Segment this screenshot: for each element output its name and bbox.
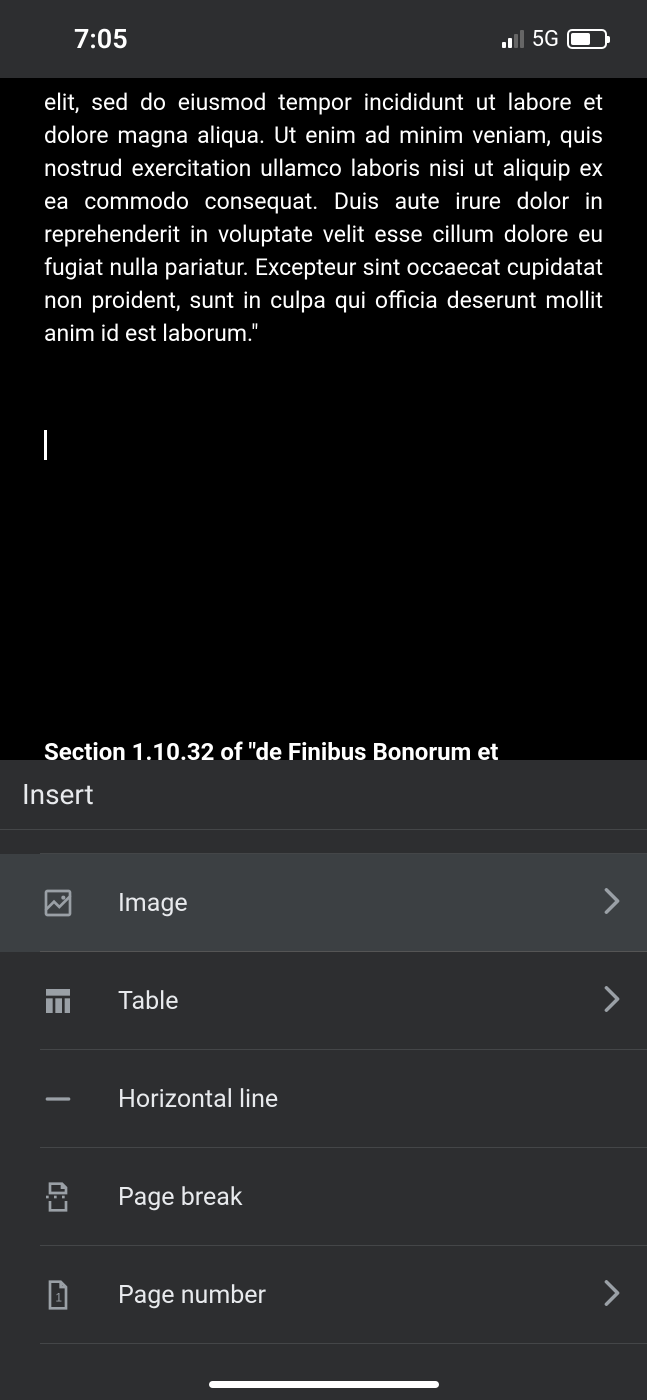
menu-item-table[interactable]: Table (40, 952, 647, 1050)
table-icon (40, 983, 76, 1019)
menu-item-label: Table (118, 987, 603, 1016)
image-icon (40, 885, 76, 921)
status-indicators: 5G (502, 27, 607, 52)
horizontal-line-icon (40, 1081, 76, 1117)
document-heading[interactable]: Section 1.10.32 of "de Finibus Bonorum e… (44, 738, 498, 760)
page-number-icon: 1 (40, 1277, 76, 1313)
menu-item-page-number[interactable]: 1 Page number (40, 1246, 647, 1344)
insert-panel-title: Insert (0, 760, 647, 830)
document-editor[interactable]: elit, sed do eiusmod tempor incididunt u… (0, 78, 647, 760)
status-bar: 7:05 5G (0, 0, 647, 78)
menu-item-label: Image (118, 889, 603, 918)
chevron-right-icon (603, 985, 621, 1017)
chevron-right-icon (603, 887, 621, 919)
document-body-text[interactable]: elit, sed do eiusmod tempor incididunt u… (44, 86, 603, 350)
signal-icon (502, 30, 524, 48)
menu-item-partial[interactable] (40, 830, 647, 854)
battery-icon (567, 29, 607, 49)
home-indicator[interactable] (209, 1381, 439, 1388)
status-time: 7:05 (74, 23, 128, 55)
menu-item-page-break[interactable]: Page break (40, 1148, 647, 1246)
menu-item-label: Page break (118, 1183, 647, 1212)
svg-text:1: 1 (55, 1291, 62, 1305)
menu-item-image[interactable]: Image (0, 854, 647, 952)
page-break-icon (40, 1179, 76, 1215)
text-cursor (44, 430, 47, 460)
menu-item-label: Page number (118, 1281, 603, 1310)
menu-item-horizontal-line[interactable]: Horizontal line (40, 1050, 647, 1148)
network-type: 5G (532, 27, 559, 52)
menu-item-label: Horizontal line (118, 1085, 647, 1114)
insert-panel: Insert Image (0, 760, 647, 1400)
chevron-right-icon (603, 1279, 621, 1311)
insert-menu: Image Table (0, 830, 647, 1344)
